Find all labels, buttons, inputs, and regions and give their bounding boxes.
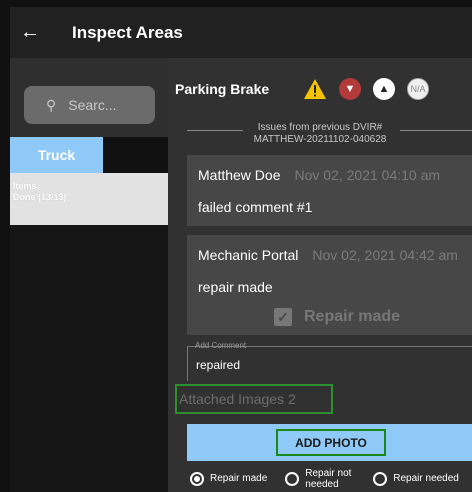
- radio-label: Repair needed: [393, 473, 459, 484]
- comment-card: Matthew Doe Nov 02, 2021 04:10 am failed…: [187, 155, 472, 226]
- repair-status-radios: Repair made Repair not needed Repair nee…: [168, 465, 472, 492]
- app-bar: ← Inspect Areas: [10, 7, 472, 58]
- radio-empty-icon: [285, 471, 300, 486]
- repair-card: Mechanic Portal Nov 02, 2021 04:42 am re…: [187, 235, 472, 335]
- na-icon[interactable]: N/A: [407, 78, 429, 100]
- search-icon: ⚲: [46, 96, 57, 113]
- repair-made-checkbox[interactable]: ✓ Repair made: [274, 308, 400, 326]
- search-placeholder: Searc...: [68, 97, 117, 113]
- comment-author: Matthew Doe: [198, 167, 281, 183]
- radio-label: Repair made: [210, 473, 268, 484]
- sidebar-empty-area: [10, 225, 168, 492]
- add-comment-field[interactable]: Add Comment repaired: [187, 341, 472, 381]
- add-comment-value[interactable]: repaired: [196, 358, 240, 372]
- repair-author: Mechanic Portal: [198, 247, 299, 263]
- comment-text: failed comment #1: [198, 199, 313, 215]
- add-photo-button[interactable]: ADD PHOTO: [276, 429, 386, 456]
- items-done-count: Done (13/13): [13, 192, 67, 202]
- tab-spacer: [103, 137, 168, 173]
- category-tabs: Truck: [10, 137, 168, 173]
- warning-icon[interactable]: [303, 78, 327, 100]
- arrow-left-icon[interactable]: ←: [10, 7, 50, 58]
- divider-left: [187, 130, 243, 131]
- items-label: Items: [13, 181, 37, 191]
- add-comment-label: Add Comment: [195, 341, 247, 350]
- radio-empty-icon: [373, 471, 388, 486]
- add-photo-bar[interactable]: ADD PHOTO: [187, 424, 472, 461]
- inspection-detail: Parking Brake ▼ ▲ N/A Issues from previo…: [168, 58, 472, 492]
- radio-repair-made[interactable]: Repair made: [190, 471, 268, 486]
- divider-right: [400, 130, 472, 131]
- tab-truck[interactable]: Truck: [10, 137, 103, 173]
- radio-label: Repair not needed: [305, 467, 352, 490]
- thumbs-down-icon[interactable]: ▼: [339, 78, 361, 100]
- radio-repair-needed[interactable]: Repair needed: [373, 471, 459, 486]
- comment-date: Nov 02, 2021 04:10 am: [294, 167, 441, 183]
- attached-images[interactable]: Attached Images 2: [175, 384, 333, 414]
- checkmark-icon: ✓: [274, 308, 292, 326]
- sidebar-item-items[interactable]: Items Done (13/13): [10, 173, 168, 225]
- issues-line-2: MATTHEW-20211102-040628: [253, 134, 387, 145]
- repair-date: Nov 02, 2021 04:42 am: [312, 247, 458, 263]
- radio-selected-icon: [190, 471, 204, 486]
- thumbs-up-icon[interactable]: ▲: [373, 78, 395, 100]
- repair-made-label: Repair made: [304, 308, 401, 325]
- item-title: Parking Brake: [175, 81, 270, 97]
- page-title: Inspect Areas: [72, 22, 183, 42]
- item-header: Parking Brake ▼ ▲ N/A: [175, 75, 472, 103]
- previous-dvir-note: Issues from previous DVIR# MATTHEW-20211…: [168, 106, 472, 146]
- app-window: ← Inspect Areas ⚲ Searc... Truck Items D…: [10, 7, 472, 492]
- search-input[interactable]: ⚲ Searc...: [24, 86, 155, 124]
- radio-repair-not-needed[interactable]: Repair not needed: [285, 468, 357, 490]
- sidebar: ⚲ Searc... Truck Items Done (13/13): [10, 58, 168, 492]
- repair-text: repair made: [198, 279, 273, 295]
